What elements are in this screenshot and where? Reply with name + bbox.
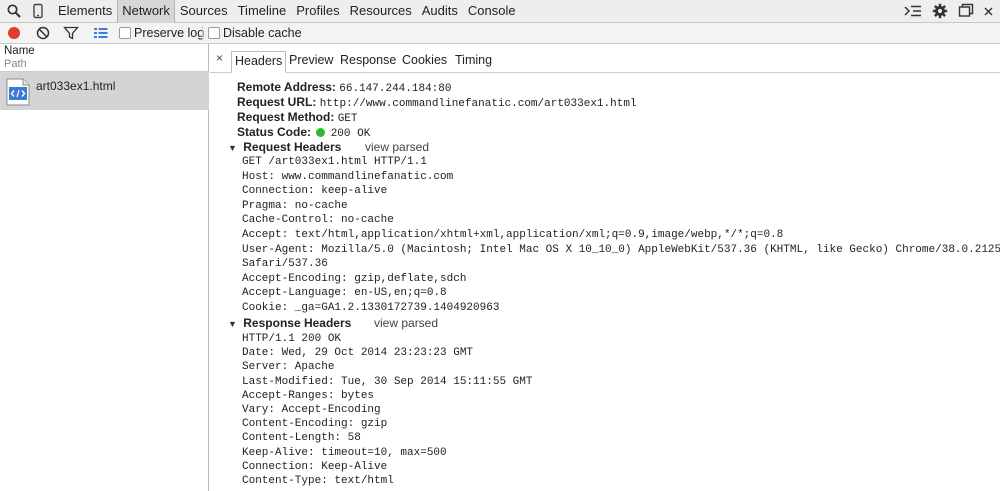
tab-audits[interactable]: Audits xyxy=(417,0,463,23)
remote-address-value: 66.147.244.184:80 xyxy=(339,83,452,95)
header-line: Content-Encoding: gzip xyxy=(242,418,388,431)
response-headers-section[interactable]: ▼ Response Headers xyxy=(228,316,351,330)
drawer-toggle-icon[interactable] xyxy=(904,3,921,19)
devtools-toolbar: Elements Network Sources Timeline Profil… xyxy=(0,0,1000,23)
header-line: Accept: text/html,application/xhtml+xml,… xyxy=(242,229,784,241)
html-file-icon xyxy=(6,78,30,106)
view-parsed-link[interactable]: view parsed xyxy=(365,140,429,154)
header-line: Cache-Control: no-cache xyxy=(242,214,394,227)
header-line: Accept-Ranges: bytes xyxy=(242,389,375,402)
expand-triangle-icon[interactable]: ▼ xyxy=(228,319,237,329)
toolbar-divider xyxy=(202,26,203,41)
general-row: Request URL: http://www.commandlinefanat… xyxy=(237,95,637,110)
header-line: Connection: Keep-Alive xyxy=(242,460,388,473)
column-header[interactable]: Name Path xyxy=(0,44,209,72)
header-line: Last-Modified: Tue, 30 Sep 2014 15:11:55… xyxy=(242,375,533,388)
request-method-key: Request Method: xyxy=(237,110,335,124)
tab-response[interactable]: Response xyxy=(340,53,396,67)
clear-icon[interactable] xyxy=(35,25,51,41)
header-line: GET /art033ex1.html HTTP/1.1 xyxy=(242,156,427,168)
request-headers-section[interactable]: ▼ Request Headers xyxy=(228,140,341,154)
header-line: Safari/537.36 xyxy=(242,258,328,271)
tab-preview[interactable]: Preview xyxy=(289,53,333,67)
status-code-key: Status Code: xyxy=(237,125,312,139)
header-line: Content-Length: 58 xyxy=(242,432,361,445)
tab-sources[interactable]: Sources xyxy=(175,0,233,23)
disable-cache-checkbox[interactable] xyxy=(208,27,220,39)
request-url-key: Request URL: xyxy=(237,95,317,109)
name-column-header[interactable]: Name xyxy=(4,45,35,57)
request-list: Name Path art033ex1.html xyxy=(0,44,209,491)
disable-cache-label[interactable]: Disable cache xyxy=(223,26,302,40)
device-icon[interactable] xyxy=(30,3,46,19)
tab-resources[interactable]: Resources xyxy=(345,0,417,23)
tab-console[interactable]: Console xyxy=(463,0,521,23)
general-row: Request Method: GET xyxy=(237,110,358,125)
remote-address-key: Remote Address: xyxy=(237,80,336,94)
tab-elements[interactable]: Elements xyxy=(53,0,117,23)
search-icon[interactable] xyxy=(6,3,22,19)
header-line: Host: www.commandlinefanatic.com xyxy=(242,170,454,183)
header-line: User-Agent: Mozilla/5.0 (Macintosh; Inte… xyxy=(242,243,1000,256)
request-details: × Headers Preview Response Cookies Timin… xyxy=(210,44,1000,491)
preserve-log-label[interactable]: Preserve log xyxy=(134,26,204,40)
expand-triangle-icon[interactable]: ▼ xyxy=(228,143,237,153)
list-view-icon[interactable] xyxy=(93,25,109,41)
general-row: Remote Address: 66.147.244.184:80 xyxy=(237,80,451,95)
header-line: Content-Type: text/html xyxy=(242,475,394,487)
path-column-header: Path xyxy=(4,58,27,70)
preserve-log-checkbox[interactable] xyxy=(119,27,131,39)
request-method-value: GET xyxy=(337,113,358,125)
header-line: Pragma: no-cache xyxy=(242,199,348,212)
tab-network[interactable]: Network xyxy=(117,0,175,23)
tab-cookies[interactable]: Cookies xyxy=(402,53,447,67)
request-name[interactable]: art033ex1.html xyxy=(36,79,115,93)
general-row: Status Code: 200 OK xyxy=(237,125,370,140)
close-details-icon[interactable]: × xyxy=(216,51,223,65)
header-line: Server: Apache xyxy=(242,361,335,374)
header-line: Accept-Encoding: gzip,deflate,sdch xyxy=(242,272,467,285)
header-line: HTTP/1.1 200 OK xyxy=(242,333,342,345)
header-line: Connection: keep-alive xyxy=(242,185,388,198)
record-icon[interactable] xyxy=(6,25,22,41)
view-parsed-link[interactable]: view parsed xyxy=(374,316,438,330)
header-line: Keep-Alive: timeout=10, max=500 xyxy=(242,446,447,459)
filter-icon[interactable] xyxy=(63,25,79,41)
details-tab-bar: × Headers Preview Response Cookies Timin… xyxy=(210,44,1000,73)
header-line: Date: Wed, 29 Oct 2014 23:23:23 GMT xyxy=(242,347,474,360)
network-toolbar: Preserve log Disable cache xyxy=(0,23,1000,44)
close-icon[interactable] xyxy=(983,3,999,19)
dock-icon[interactable] xyxy=(958,3,974,19)
request-row[interactable]: art033ex1.html xyxy=(0,72,209,110)
header-line: Accept-Language: en-US,en;q=0.8 xyxy=(242,287,447,300)
tab-profiles[interactable]: Profiles xyxy=(291,0,344,23)
tab-timeline[interactable]: Timeline xyxy=(233,0,292,23)
response-headers-title[interactable]: Response Headers xyxy=(243,316,351,330)
gear-icon[interactable] xyxy=(932,3,948,19)
tab-timing[interactable]: Timing xyxy=(455,53,492,67)
header-line: Cookie: _ga=GA1.2.1330172739.1404920963 xyxy=(242,302,500,314)
header-line: Vary: Accept-Encoding xyxy=(242,404,381,416)
request-headers-title[interactable]: Request Headers xyxy=(243,140,341,154)
status-code-value: 200 OK xyxy=(330,128,371,140)
panel-tabs: Elements Network Sources Timeline Profil… xyxy=(53,0,521,23)
request-url-value: http://www.commandlinefanatic.com/art033… xyxy=(319,98,637,110)
status-ok-icon xyxy=(316,128,326,137)
tab-headers[interactable]: Headers xyxy=(231,51,287,73)
